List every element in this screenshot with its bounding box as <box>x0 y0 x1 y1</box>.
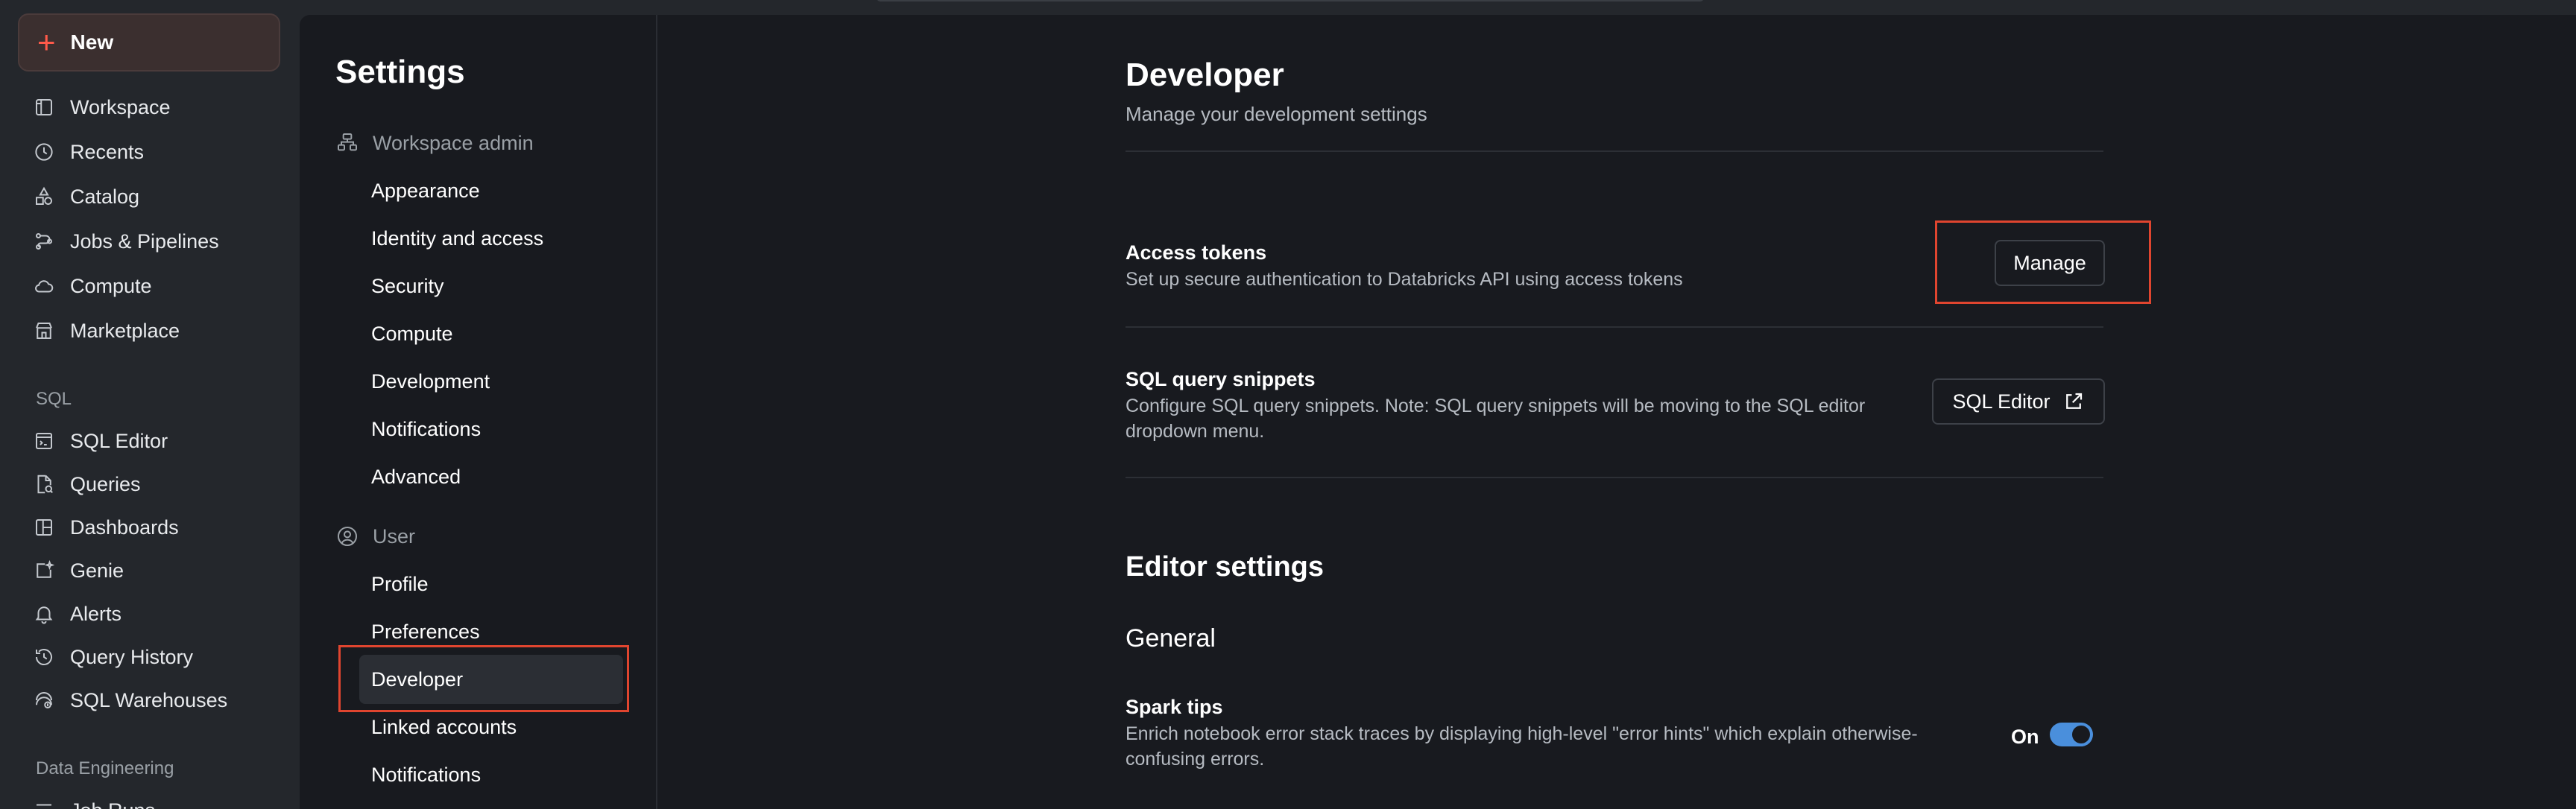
settings-item-user-notifications[interactable]: Notifications <box>371 760 481 790</box>
nav-section-data-engineering: Data Engineering <box>36 758 174 778</box>
external-link-icon <box>2065 393 2082 409</box>
general-subtitle: General <box>1126 624 1216 653</box>
nav-item-label: Job Runs <box>70 799 155 809</box>
nav-item-job-runs[interactable]: Job Runs <box>33 793 155 809</box>
spark-tips-toggle[interactable] <box>2050 723 2093 746</box>
user-heading: User <box>335 521 415 551</box>
workspace-admin-heading: Workspace admin <box>335 128 534 158</box>
settings-item-notifications[interactable]: Notifications <box>371 414 481 444</box>
catalog-icon <box>36 186 52 205</box>
nav-item-label: Query History <box>70 645 194 668</box>
nav-item-label: Queries <box>70 472 141 495</box>
history-icon <box>36 649 52 666</box>
settings-item-development[interactable]: Development <box>371 367 490 396</box>
nav-item-workspace[interactable]: Workspace <box>33 89 171 125</box>
user-icon <box>338 527 357 546</box>
cloud-icon <box>35 280 54 293</box>
manage-button[interactable]: Manage <box>1995 240 2105 286</box>
settings-item-security[interactable]: Security <box>371 271 444 301</box>
divider <box>1126 150 2103 152</box>
settings-item-developer[interactable]: Developer <box>359 655 623 704</box>
settings-title: Settings <box>335 54 465 90</box>
plus-icon: + <box>37 25 56 60</box>
nav-item-dashboards[interactable]: Dashboards <box>33 510 179 545</box>
left-nav: + New Workspace Recents Catalog Jobs & P… <box>0 0 298 809</box>
access-tokens-desc: Set up secure authentication to Databric… <box>1126 269 1683 290</box>
nav-item-catalog[interactable]: Catalog <box>33 179 139 215</box>
divider <box>1126 477 2103 478</box>
sql-snippets-title: SQL query snippets <box>1126 368 1316 390</box>
editor-settings-title: Editor settings <box>1126 551 1325 583</box>
nav-item-label: Genie <box>70 559 124 582</box>
workspace-icon <box>36 99 52 115</box>
nav-item-query-history[interactable]: Query History <box>33 639 193 675</box>
settings-item-identity-access[interactable]: Identity and access <box>371 223 543 253</box>
sql-editor-icon <box>36 433 52 449</box>
settings-item-advanced[interactable]: Advanced <box>371 462 461 492</box>
nav-item-recents[interactable]: Recents <box>33 134 144 170</box>
jobs-icon <box>36 233 52 250</box>
nav-item-sql-editor[interactable]: SQL Editor <box>33 423 168 459</box>
settings-item-compute[interactable]: Compute <box>371 319 453 349</box>
main-panel: Settings Workspace admin Appearance Iden… <box>300 15 2576 809</box>
genie-icon <box>37 559 55 578</box>
nav-item-label: Compute <box>70 274 152 297</box>
nav-item-label: Jobs & Pipelines <box>70 229 219 253</box>
job-runs-icon <box>37 804 51 806</box>
nav-item-label: Dashboards <box>70 515 179 539</box>
spark-tips-title: Spark tips <box>1126 696 1223 718</box>
nav-item-label: Workspace <box>70 95 171 118</box>
nav-item-compute[interactable]: Compute <box>33 268 152 304</box>
dashboards-icon <box>36 519 52 536</box>
divider <box>1126 326 2103 328</box>
nav-item-alerts[interactable]: Alerts <box>33 596 121 632</box>
queries-icon <box>37 475 53 494</box>
nav-item-label: Marketplace <box>70 319 180 342</box>
new-button-label: New <box>70 31 114 54</box>
nav-item-sql-warehouses[interactable]: SQL Warehouses <box>33 682 227 718</box>
store-icon <box>36 323 52 339</box>
sql-editor-button-label: SQL Editor <box>1952 390 2051 413</box>
settings-sidebar: Settings Workspace admin Appearance Iden… <box>300 15 657 809</box>
nav-item-label: Recents <box>70 140 145 163</box>
page-subtitle: Manage your development settings <box>1126 103 1427 125</box>
developer-content: Developer Manage your development settin… <box>1126 15 2151 809</box>
workspace-admin-label: Workspace admin <box>373 131 534 154</box>
nav-item-jobs-pipelines[interactable]: Jobs & Pipelines <box>33 223 219 259</box>
nav-item-marketplace[interactable]: Marketplace <box>33 313 180 349</box>
nav-item-label: SQL Editor <box>70 429 168 452</box>
nav-item-queries[interactable]: Queries <box>33 466 141 502</box>
nav-section-sql: SQL <box>36 389 72 409</box>
bell-icon <box>35 606 53 624</box>
page-title: Developer <box>1126 57 1284 93</box>
access-tokens-title: Access tokens <box>1126 241 1267 264</box>
top-bar <box>0 0 2576 15</box>
user-label: User <box>373 524 416 548</box>
nav-item-label: Catalog <box>70 185 140 208</box>
workspace-admin-icon <box>338 133 357 151</box>
clock-icon <box>35 143 53 161</box>
nav-item-label: Alerts <box>70 602 122 625</box>
nav-item-label: SQL Warehouses <box>70 688 228 711</box>
sql-editor-button[interactable]: SQL Editor <box>1932 378 2105 425</box>
toggle-knob <box>2072 726 2090 743</box>
settings-item-linked-accounts[interactable]: Linked accounts <box>371 712 517 742</box>
settings-item-preferences[interactable]: Preferences <box>371 617 480 647</box>
search-bar[interactable] <box>877 0 1704 1</box>
settings-item-appearance[interactable]: Appearance <box>371 176 480 206</box>
spark-tips-desc: Enrich notebook error stack traces by di… <box>1126 723 1918 770</box>
new-button[interactable]: + New <box>18 13 280 72</box>
nav-item-genie[interactable]: Genie <box>33 553 124 588</box>
spark-tips-toggle-label: On <box>2011 726 2039 748</box>
warehouse-icon <box>36 692 52 708</box>
sql-snippets-desc: Configure SQL query snippets. Note: SQL … <box>1126 396 1866 442</box>
settings-item-profile[interactable]: Profile <box>371 569 429 599</box>
